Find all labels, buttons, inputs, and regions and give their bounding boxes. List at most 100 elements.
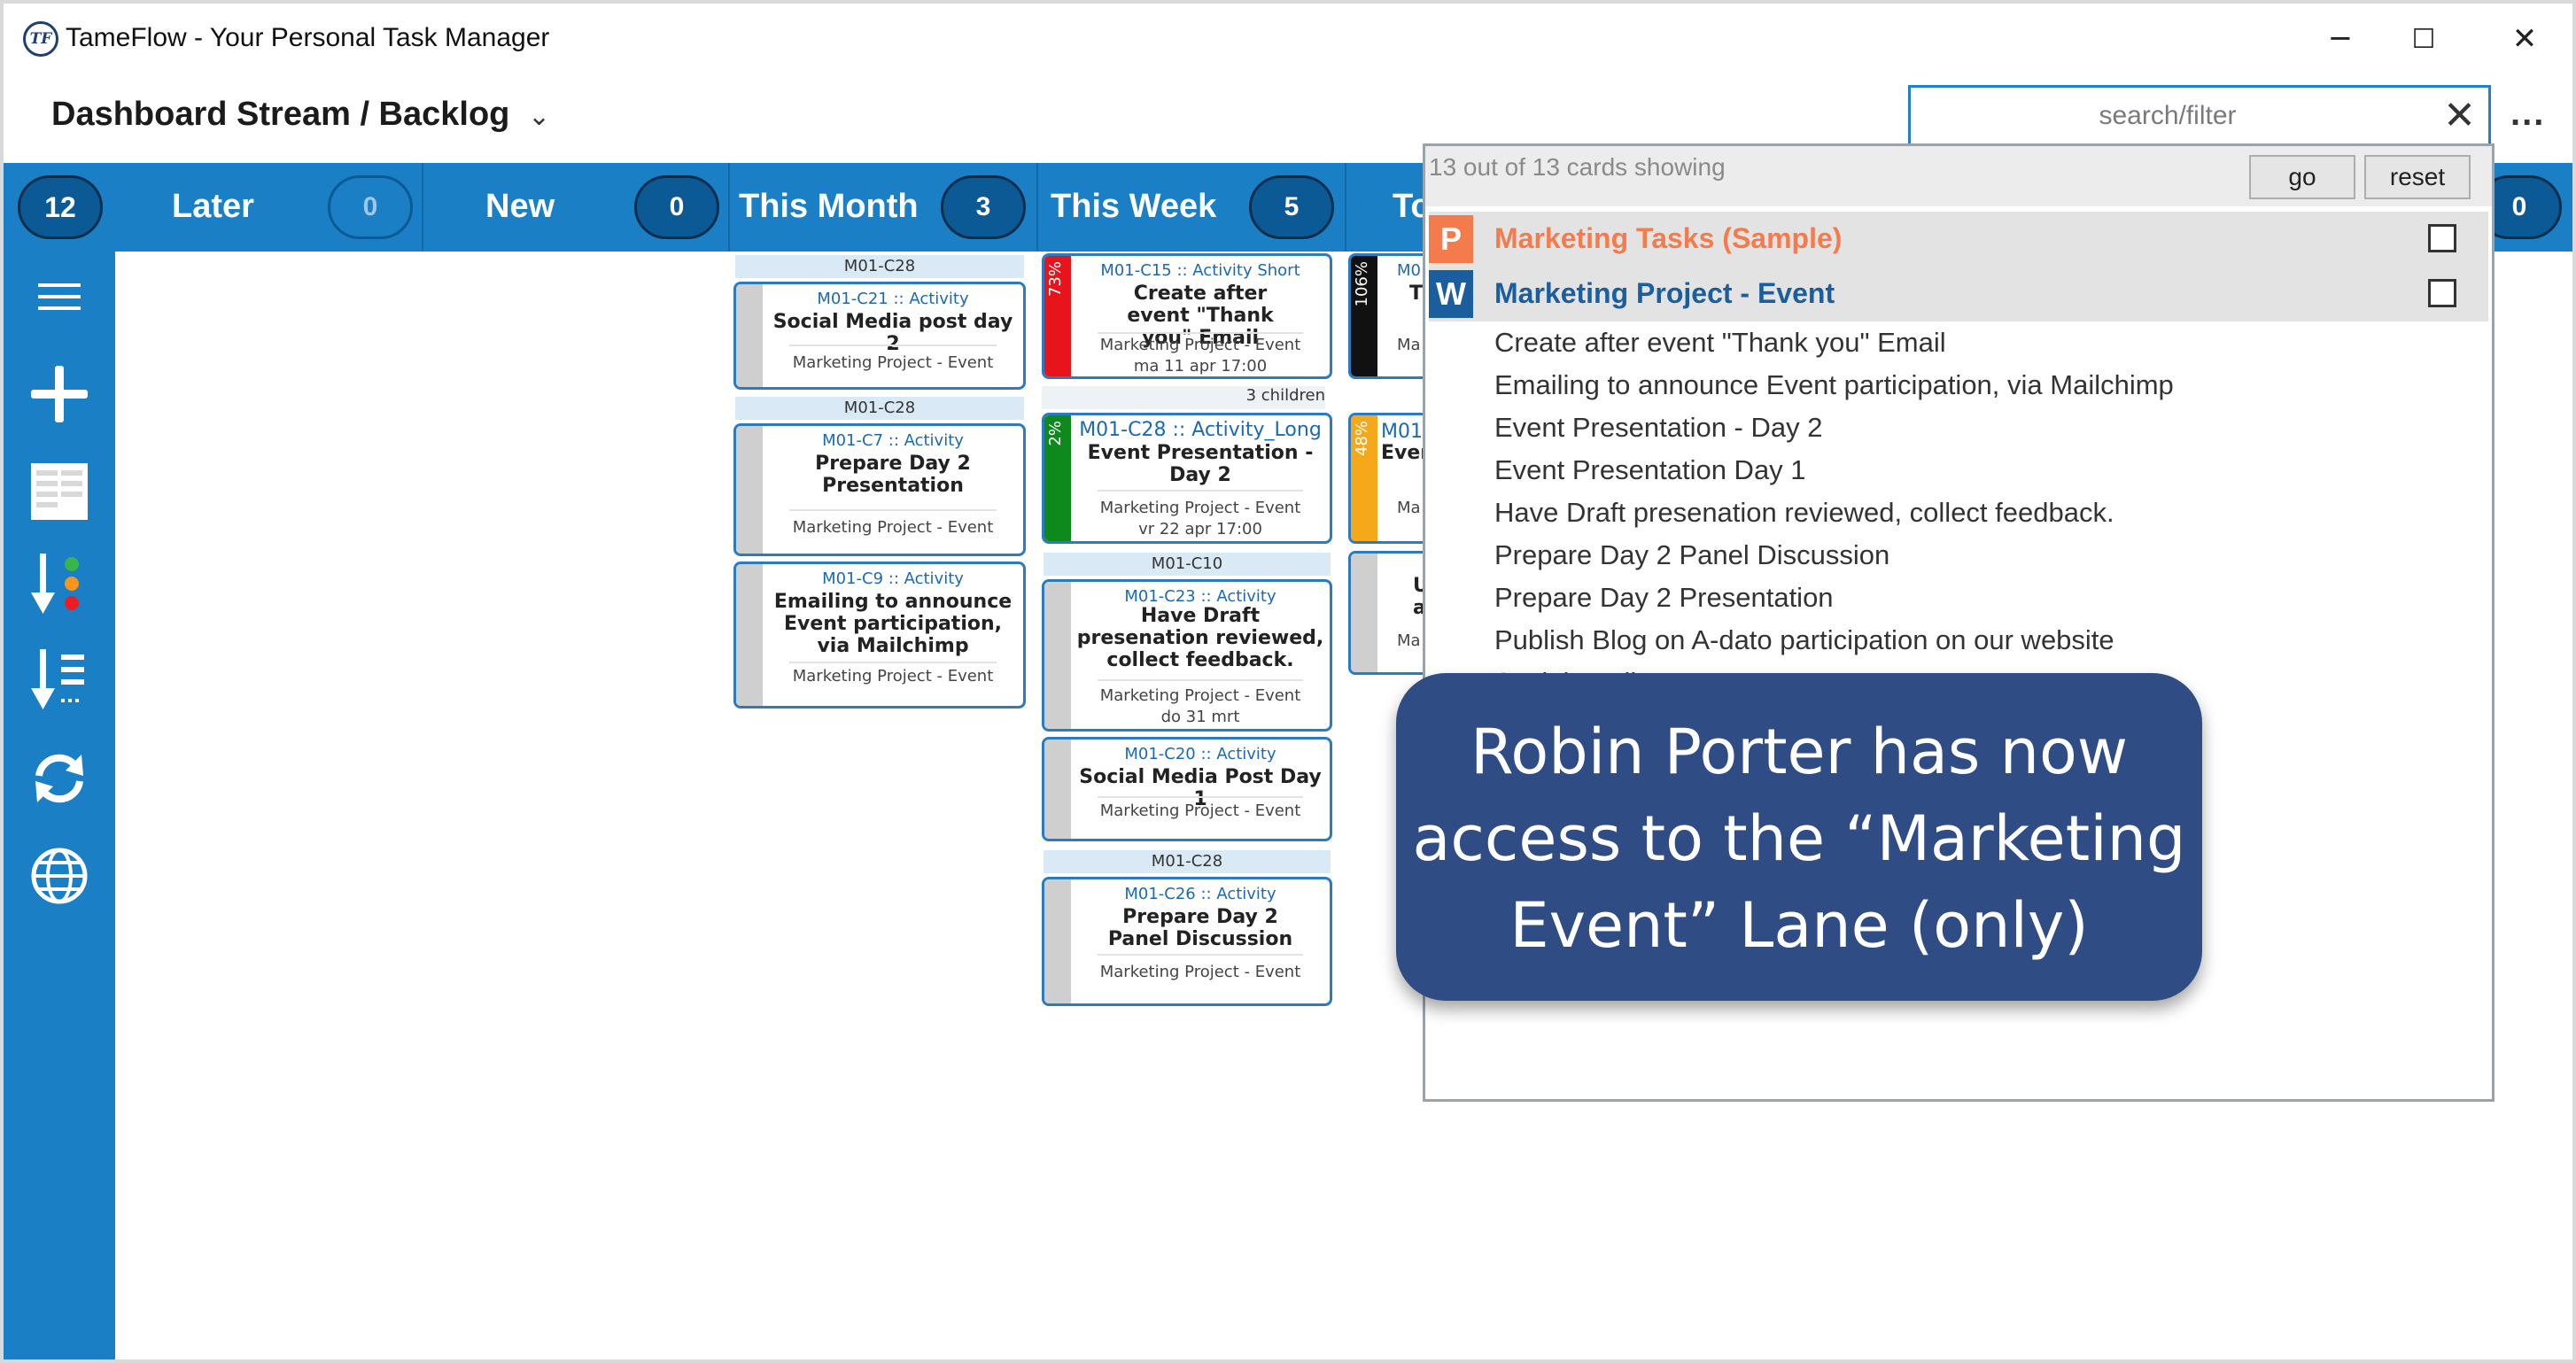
column-later-count: 0: [328, 175, 413, 239]
card-id: M01-C9 :: Activity: [822, 569, 964, 588]
page-title[interactable]: Dashboard Stream / Backlog: [51, 96, 509, 134]
card-divider: [1098, 490, 1303, 492]
menu-icon[interactable]: [28, 266, 90, 328]
children-count[interactable]: 3 children: [1042, 386, 1325, 409]
progress-percent: 73%: [1046, 261, 1065, 298]
progress-stripe: 106%: [1351, 256, 1377, 376]
card-id: M01-C26 :: Activity: [1124, 885, 1276, 903]
task-list-item[interactable]: Prepare Day 2 Presentation: [1494, 582, 1834, 614]
card-project: Marketing Project - Event: [1099, 686, 1301, 705]
task-list-item[interactable]: Prepare Day 2 Panel Discussion: [1494, 539, 1889, 571]
task-list-item[interactable]: Emailing to announce Event participation…: [1494, 369, 2174, 401]
project-letter-badge: W: [1429, 270, 1473, 318]
card-title: Prepare Day 2 Presentation: [815, 453, 971, 497]
card-project: Marketing Project - Event: [1099, 802, 1301, 820]
card-title: Have Draft presenation reviewed, collect…: [1076, 605, 1324, 671]
task-card[interactable]: M01-C9 :: Activity Emailing to announce …: [733, 561, 1026, 709]
card-divider: [789, 345, 997, 346]
progress-stripe: 73%: [1044, 256, 1071, 376]
maximize-button[interactable]: ☐: [2388, 16, 2459, 62]
project-name: Marketing Project - Event: [1494, 277, 1835, 309]
card-due-date: do 31 mrt: [1160, 708, 1240, 726]
progress-percent: 106%: [1353, 261, 1371, 307]
task-card[interactable]: 73% M01-C15 :: Activity Short Create aft…: [1042, 253, 1332, 379]
sort-list-icon[interactable]: [28, 649, 90, 712]
task-card[interactable]: M01-C23 :: Activity Have Draft presenati…: [1042, 579, 1332, 732]
card-project: Marketing Project - Event: [1099, 336, 1301, 354]
task-list-item[interactable]: Create after event "Thank you" Email: [1494, 327, 1946, 359]
filter-toolbar: 13 out of 13 cards showing go reset: [1425, 146, 2492, 206]
reset-button[interactable]: reset: [2364, 155, 2471, 199]
progress-percent: 2%: [1046, 421, 1065, 446]
task-list-item[interactable]: Event Presentation - Day 2: [1494, 412, 1822, 444]
project-checkbox[interactable]: [2428, 224, 2456, 252]
task-card[interactable]: M01-C26 :: Activity Prepare Day 2 Panel …: [1042, 877, 1332, 1006]
progress-stripe: [736, 426, 763, 554]
project-filter-row[interactable]: P Marketing Tasks (Sample): [1429, 212, 2488, 267]
card-title: Social Media post day 2: [772, 311, 1013, 355]
card-due-date: vr 22 apr 17:00: [1138, 520, 1262, 538]
close-button[interactable]: ✕: [2489, 16, 2560, 62]
column-this-month-label[interactable]: This Month: [739, 188, 919, 226]
card-id: M01-C28 :: Activity_Long: [1079, 419, 1322, 441]
column-this-week-count: 5: [1249, 175, 1334, 239]
card-id: M01-C20 :: Activity: [1124, 745, 1276, 763]
column-later-label[interactable]: Later: [172, 188, 254, 226]
task-list-item[interactable]: Have Draft presenation reviewed, collect…: [1494, 497, 2114, 529]
table-view-icon[interactable]: [28, 461, 90, 523]
card-id: M01-C21 :: Activity: [817, 290, 969, 308]
window-title: TameFlow - Your Personal Task Manager: [66, 23, 550, 52]
chevron-down-icon[interactable]: ⌄: [528, 101, 550, 132]
project-checkbox[interactable]: [2428, 279, 2456, 307]
card-title: Event Presentation - Day 2: [1087, 442, 1314, 486]
column-divider: [1036, 163, 1038, 252]
annotation-callout: Robin Porter has now access to the “Mark…: [1396, 673, 2202, 1001]
task-card[interactable]: 2% M01-C28 :: Activity_Long Event Presen…: [1042, 413, 1332, 544]
card-divider: [789, 662, 997, 663]
column-divider: [1345, 163, 1346, 252]
card-divider: [1098, 332, 1303, 334]
task-list-item[interactable]: Event Presentation Day 1: [1494, 454, 1806, 486]
task-list-item[interactable]: Publish Blog on A-dato participation on …: [1494, 624, 2114, 656]
card-divider: [1098, 954, 1303, 956]
project-filter-row[interactable]: W Marketing Project - Event: [1429, 267, 2488, 321]
column-this-week-label[interactable]: This Week: [1051, 188, 1216, 226]
card-project: Marketing Project - Event: [792, 667, 994, 685]
total-count-badge: 12: [18, 175, 103, 239]
project-name: Marketing Tasks (Sample): [1494, 222, 1843, 254]
card-title: Prepare Day 2 Panel Discussion: [1107, 906, 1293, 950]
parent-group-label: M01-C28: [735, 255, 1024, 278]
column-new-label[interactable]: New: [485, 188, 555, 226]
cards-showing-count: 13 out of 13 cards showing: [1429, 153, 1726, 181]
sort-by-status-icon[interactable]: [28, 554, 90, 616]
parent-group-label: M01-C10: [1044, 553, 1331, 576]
progress-stripe: [736, 564, 763, 706]
column-new-count: 0: [634, 175, 719, 239]
progress-stripe: [1044, 740, 1071, 839]
clear-search-icon[interactable]: ✕: [2443, 93, 2476, 139]
refresh-icon[interactable]: [28, 747, 90, 809]
task-card[interactable]: M01-C21 :: Activity Social Media post da…: [733, 282, 1026, 390]
progress-percent: 48%: [1353, 421, 1371, 457]
card-project: Marketing Project - Event: [792, 353, 994, 372]
more-options-button[interactable]: ...: [2510, 94, 2545, 134]
task-card[interactable]: M01-C20 :: Activity Social Media Post Da…: [1042, 737, 1332, 841]
card-id: M01-C15 :: Activity Short: [1100, 261, 1300, 280]
task-card[interactable]: M01-C7 :: Activity Prepare Day 2 Present…: [733, 423, 1026, 556]
card-divider: [789, 509, 997, 511]
go-button[interactable]: go: [2249, 155, 2355, 199]
minimize-button[interactable]: ─: [2305, 16, 2376, 62]
parent-group-label: M01-C28: [735, 397, 1024, 420]
app-window: TF TameFlow - Your Personal Task Manager…: [0, 0, 2576, 1363]
tameflow-logo-icon: TF: [23, 21, 58, 57]
card-divider: [1098, 679, 1303, 681]
progress-stripe: [1044, 879, 1071, 1003]
card-project: Marketing Project - Event: [1099, 499, 1301, 517]
progress-stripe: 48%: [1351, 415, 1377, 541]
add-icon[interactable]: [28, 363, 90, 425]
search-input[interactable]: [1911, 88, 2425, 144]
progress-stripe: [736, 284, 763, 387]
globe-icon[interactable]: [28, 845, 90, 907]
card-id: M01-C7 :: Activity: [822, 431, 964, 450]
progress-stripe: [1351, 554, 1377, 672]
